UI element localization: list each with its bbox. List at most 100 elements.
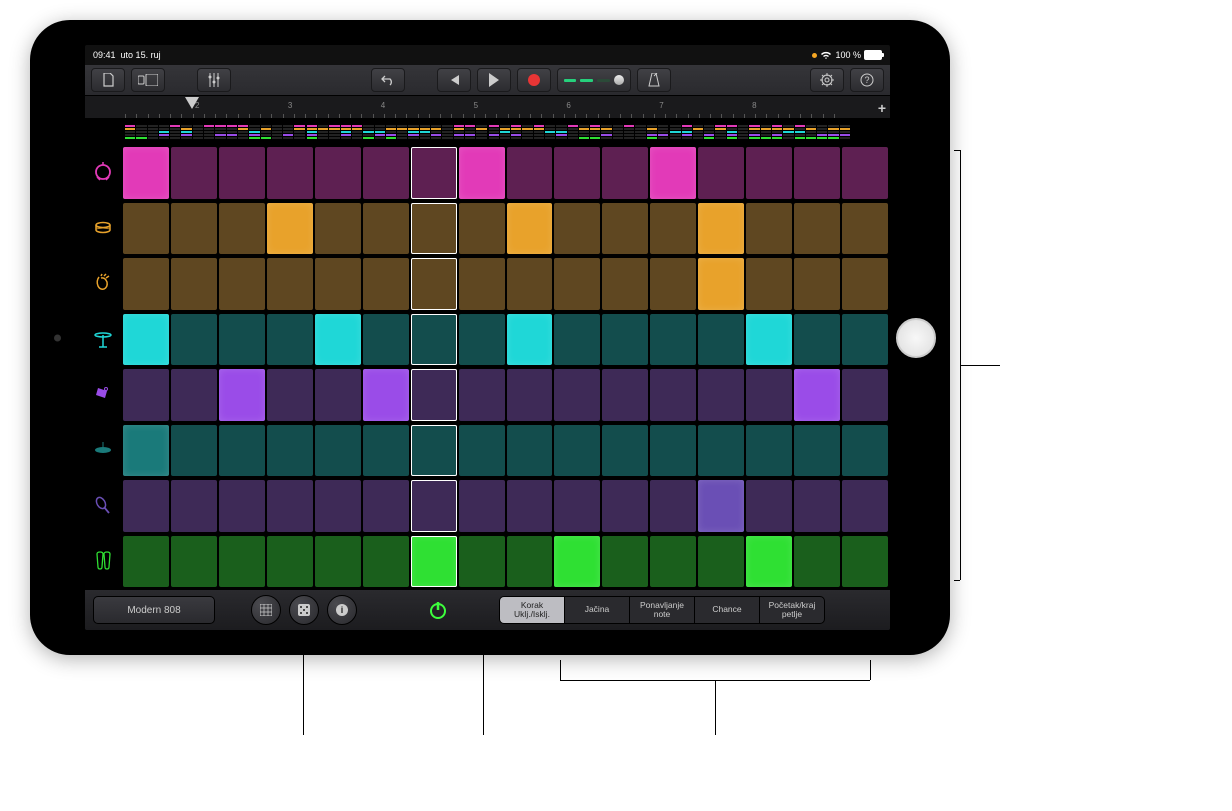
add-section-button[interactable]: + [878, 100, 886, 116]
step-cell[interactable] [698, 258, 744, 310]
step-cell[interactable] [746, 425, 792, 477]
step-cell[interactable] [602, 425, 648, 477]
step-cell[interactable] [746, 536, 792, 588]
step-cell[interactable] [650, 369, 696, 421]
step-cell[interactable] [411, 425, 457, 477]
conga-icon[interactable] [85, 534, 121, 590]
song-overview[interactable] [85, 119, 890, 145]
step-cell[interactable] [602, 369, 648, 421]
step-cell[interactable] [794, 314, 840, 366]
step-cell[interactable] [459, 425, 505, 477]
step-cell[interactable] [363, 369, 409, 421]
step-cell[interactable] [267, 203, 313, 255]
step-cell[interactable] [363, 203, 409, 255]
step-cell[interactable] [219, 258, 265, 310]
help-button[interactable]: ? [850, 68, 884, 92]
step-cell[interactable] [650, 314, 696, 366]
step-cell[interactable] [507, 480, 553, 532]
step-cell[interactable] [650, 425, 696, 477]
step-cell[interactable] [219, 314, 265, 366]
step-cell[interactable] [123, 536, 169, 588]
step-cell[interactable] [219, 147, 265, 199]
step-cell[interactable] [554, 480, 600, 532]
play-button[interactable] [477, 68, 511, 92]
step-cell[interactable] [171, 314, 217, 366]
step-cell[interactable] [363, 258, 409, 310]
step-cell[interactable] [267, 480, 313, 532]
mixer-button[interactable] [197, 68, 231, 92]
step-cell[interactable] [459, 203, 505, 255]
step-cell[interactable] [171, 258, 217, 310]
step-cell[interactable] [411, 536, 457, 588]
perc1-icon[interactable] [85, 367, 121, 423]
step-cell[interactable] [363, 536, 409, 588]
step-cell[interactable] [267, 147, 313, 199]
step-cell[interactable] [315, 536, 361, 588]
step-cell[interactable] [842, 314, 888, 366]
step-cell[interactable] [746, 147, 792, 199]
step-cell[interactable] [267, 314, 313, 366]
step-cell[interactable] [315, 147, 361, 199]
step-cell[interactable] [123, 314, 169, 366]
step-cell[interactable] [842, 203, 888, 255]
step-cell[interactable] [315, 425, 361, 477]
step-cell[interactable] [267, 536, 313, 588]
shaker-icon[interactable] [85, 478, 121, 534]
step-cell[interactable] [123, 147, 169, 199]
step-cell[interactable] [794, 258, 840, 310]
step-cell[interactable] [842, 258, 888, 310]
step-cell[interactable] [507, 314, 553, 366]
step-cell[interactable] [171, 536, 217, 588]
hihat-icon[interactable] [85, 312, 121, 368]
step-cell[interactable] [842, 147, 888, 199]
step-cell[interactable] [123, 258, 169, 310]
step-cell[interactable] [459, 480, 505, 532]
step-cell[interactable] [507, 536, 553, 588]
step-cell[interactable] [794, 425, 840, 477]
step-cell[interactable] [363, 425, 409, 477]
step-cell[interactable] [171, 147, 217, 199]
step-cell[interactable] [363, 314, 409, 366]
kick-icon[interactable] [85, 145, 121, 201]
step-cell[interactable] [411, 480, 457, 532]
tab-note-repeat[interactable]: Ponavljanje note [630, 597, 695, 624]
step-cell[interactable] [219, 425, 265, 477]
step-cell[interactable] [602, 203, 648, 255]
step-cell[interactable] [650, 147, 696, 199]
step-cell[interactable] [650, 258, 696, 310]
home-button[interactable] [896, 318, 936, 358]
step-cell[interactable] [602, 480, 648, 532]
step-cell[interactable] [459, 147, 505, 199]
step-cell[interactable] [219, 203, 265, 255]
step-cell[interactable] [554, 147, 600, 199]
record-button[interactable] [517, 68, 551, 92]
step-cell[interactable] [794, 369, 840, 421]
step-cell[interactable] [363, 480, 409, 532]
browser-button[interactable] [131, 68, 165, 92]
step-cell[interactable] [698, 314, 744, 366]
timeline-ruler[interactable]: + 2345678 [85, 96, 890, 119]
randomize-button[interactable] [289, 595, 319, 625]
step-cell[interactable] [842, 425, 888, 477]
step-cell[interactable] [794, 203, 840, 255]
step-cell[interactable] [507, 425, 553, 477]
step-cell[interactable] [746, 480, 792, 532]
settings-button[interactable] [810, 68, 844, 92]
step-cell[interactable] [219, 369, 265, 421]
step-cell[interactable] [267, 258, 313, 310]
step-cell[interactable] [507, 258, 553, 310]
step-cell[interactable] [650, 203, 696, 255]
undo-button[interactable] [371, 68, 405, 92]
step-cell[interactable] [459, 369, 505, 421]
master-volume[interactable] [557, 68, 631, 92]
step-cell[interactable] [602, 147, 648, 199]
step-cell[interactable] [219, 536, 265, 588]
step-cell[interactable] [698, 425, 744, 477]
step-cell[interactable] [123, 480, 169, 532]
step-cell[interactable] [507, 203, 553, 255]
step-cell[interactable] [794, 480, 840, 532]
step-cell[interactable] [602, 536, 648, 588]
step-cell[interactable] [842, 536, 888, 588]
step-cell[interactable] [794, 147, 840, 199]
perc2-icon[interactable] [85, 423, 121, 479]
